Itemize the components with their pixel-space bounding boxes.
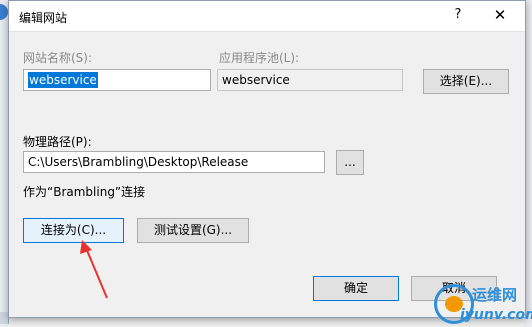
test-settings-button[interactable]: 测试设置(G)...	[137, 218, 249, 243]
close-button[interactable]: ✕	[489, 4, 511, 26]
globe-icon	[0, 4, 8, 20]
watermark-name: 运维网	[472, 286, 518, 304]
watermark-url: iyunv.com	[460, 307, 532, 323]
help-button[interactable]: ?	[447, 5, 469, 25]
app-pool-field: webservice	[217, 69, 403, 91]
physical-path-input[interactable]: C:\Users\Brambling\Desktop\Release	[23, 151, 325, 173]
background-window-edge	[0, 0, 9, 327]
connect-as-button[interactable]: 连接为(C)...	[23, 218, 124, 243]
app-pool-label: 应用程序池(L):	[219, 51, 300, 65]
connect-as-info: 作为“Brambling”连接	[23, 185, 146, 199]
app-pool-value: webservice	[222, 73, 290, 87]
site-name-value: webservice	[28, 72, 98, 88]
title-bar: 编辑网站 ? ✕	[9, 1, 525, 32]
physical-path-label: 物理路径(P):	[23, 135, 92, 149]
site-name-input[interactable]: webservice	[23, 69, 211, 91]
ok-button[interactable]: 确定	[313, 276, 399, 301]
physical-path-value: C:\Users\Brambling\Desktop\Release	[28, 155, 249, 169]
edit-site-dialog: 编辑网站 ? ✕ 网站名称(S): webservice 应用程序池(L): w…	[8, 0, 526, 318]
site-name-label: 网站名称(S):	[23, 51, 93, 65]
watermark: 运维网 iyunv.com	[420, 280, 532, 327]
dialog-title: 编辑网站	[19, 11, 68, 25]
browse-path-button[interactable]: ...	[336, 150, 364, 175]
select-app-pool-button[interactable]: 选择(E)...	[423, 69, 509, 94]
